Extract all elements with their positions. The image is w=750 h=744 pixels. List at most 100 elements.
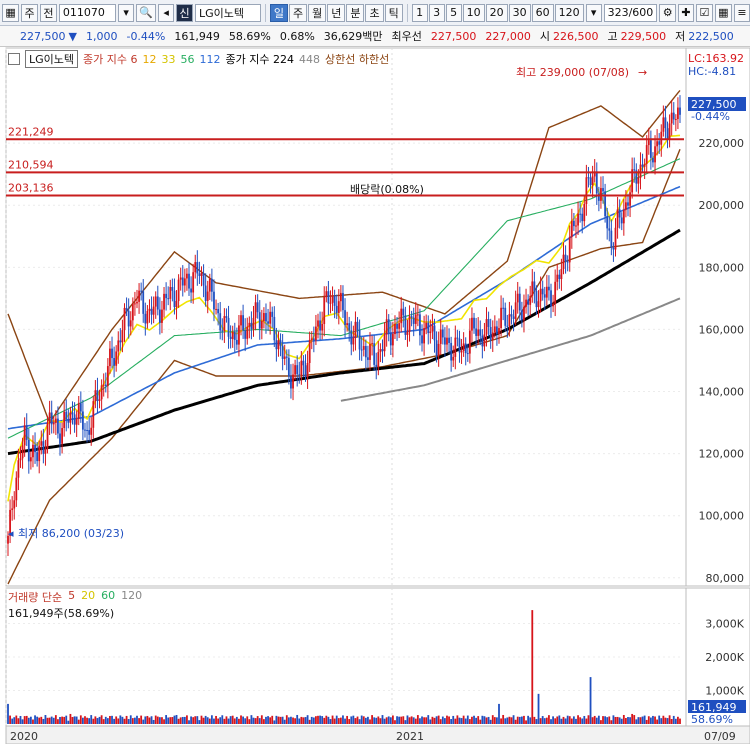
volume-bar: [329, 719, 332, 724]
candle-body: [240, 315, 242, 326]
volume-bar: [323, 717, 326, 724]
candle-body: [21, 445, 24, 459]
volume-bar: [173, 715, 176, 724]
candle-body: [548, 286, 550, 291]
volume-bar: [373, 717, 376, 724]
candle-body: [144, 313, 147, 324]
volume-bar: [585, 718, 588, 724]
volume-bar: [587, 715, 590, 724]
volume-bar: [183, 716, 186, 724]
candle-body: [227, 317, 230, 337]
period-button[interactable]: 주: [288, 3, 308, 22]
interval-button[interactable]: 30: [508, 3, 531, 22]
candle-body: [379, 349, 382, 353]
period-button[interactable]: 월: [308, 3, 327, 22]
candle-body: [59, 433, 61, 444]
volume-bar: [649, 717, 652, 724]
candle-body: [242, 315, 244, 331]
plus-icon[interactable]: ✚: [677, 3, 695, 22]
volume-bar: [491, 715, 494, 724]
interval-button[interactable]: 10: [462, 3, 485, 22]
volume-bar: [487, 716, 490, 724]
price-legend: LG이노텍 종가 지수 6 12 33 56 112 종가 지수 224 448…: [8, 50, 389, 68]
volume-bar: [79, 715, 82, 724]
volume-bar: [225, 716, 228, 724]
candle-body: [117, 340, 120, 352]
period-button[interactable]: 분: [346, 3, 365, 22]
quote-open: 226,500: [553, 29, 599, 43]
candle-body: [558, 274, 561, 280]
period-button[interactable]: 일: [269, 3, 288, 22]
candle-body: [662, 117, 665, 132]
settings-icon[interactable]: ⚙: [659, 3, 676, 22]
interval-button[interactable]: 5: [445, 3, 462, 22]
market-type-select[interactable]: 주: [21, 3, 39, 22]
period-button[interactable]: 틱: [384, 3, 403, 22]
volume-bar: [473, 715, 475, 724]
candle-body: [383, 334, 386, 352]
legend-grid-icon[interactable]: [8, 53, 20, 65]
volume-bar: [481, 715, 484, 724]
volume-bar: [356, 716, 359, 724]
interval-button[interactable]: 20: [485, 3, 508, 22]
hline-label: 221,249: [8, 125, 54, 138]
volume-bar: [674, 718, 677, 724]
volume-bar: [475, 717, 478, 724]
interval-button[interactable]: 60: [531, 3, 554, 22]
volume-bar: [287, 717, 290, 724]
price-chart[interactable]: 221,249 210,594 203,136 80,000 100,000 120,0…: [0, 46, 750, 744]
period-button[interactable]: 년: [327, 3, 346, 22]
candle-body: [421, 335, 423, 344]
volume-bar: [81, 717, 84, 724]
volume-bar: [344, 718, 346, 724]
volume-bar: [660, 718, 663, 724]
volume-bar: [379, 718, 382, 724]
search-icon[interactable]: 🔍: [136, 3, 157, 22]
candle-body: [387, 319, 390, 333]
candle-body: [614, 227, 617, 250]
volume-bar: [296, 714, 299, 724]
market-sub-select[interactable]: 전: [40, 3, 57, 22]
quote-volume: 161,949: [174, 29, 220, 43]
volume-bar: [533, 716, 536, 724]
volume-bar: [529, 717, 532, 724]
dropdown-icon[interactable]: ▾: [118, 3, 135, 22]
grid-icon[interactable]: ▦: [714, 3, 732, 22]
candle-body: [65, 411, 68, 420]
candle-body: [658, 141, 661, 145]
volume-bar: [106, 718, 109, 724]
interval-button[interactable]: 120: [554, 3, 584, 22]
period-button[interactable]: 초: [365, 3, 384, 22]
speaker-icon[interactable]: ◂: [158, 3, 175, 22]
volume-bar: [306, 715, 309, 724]
candle-body: [27, 439, 30, 462]
volume-bar: [17, 718, 20, 724]
check-icon[interactable]: ☑: [696, 3, 713, 22]
volume-bar: [109, 715, 111, 724]
candle-body: [79, 403, 82, 412]
volume-bar: [364, 717, 367, 724]
chart-type-icon[interactable]: ▦: [2, 3, 20, 22]
candle-body: [402, 308, 405, 316]
prefix-badge[interactable]: 신: [176, 3, 194, 22]
count-field[interactable]: 323/600: [603, 3, 658, 22]
candle-body: [429, 331, 432, 334]
interval-button[interactable]: 3: [428, 3, 445, 22]
code-input[interactable]: 011070: [58, 3, 117, 22]
interval-dropdown-icon[interactable]: ▾: [585, 3, 602, 22]
volume-bar: [254, 718, 257, 724]
candle-body: [50, 412, 53, 425]
candle-body: [140, 290, 143, 292]
volume-bar: [327, 716, 330, 724]
volume-bar: [622, 714, 625, 724]
menu-icon[interactable]: ≡: [733, 3, 750, 22]
candle-body: [102, 384, 105, 386]
volume-bar: [566, 715, 569, 724]
legend-stock-name[interactable]: LG이노텍: [25, 50, 79, 68]
volume-bar: [635, 719, 638, 724]
interval-button[interactable]: 1: [411, 3, 428, 22]
quote-turnover: 0.68%: [279, 29, 315, 43]
candle-body: [514, 302, 517, 319]
candle-body: [134, 303, 136, 305]
volume-bar: [531, 610, 534, 724]
